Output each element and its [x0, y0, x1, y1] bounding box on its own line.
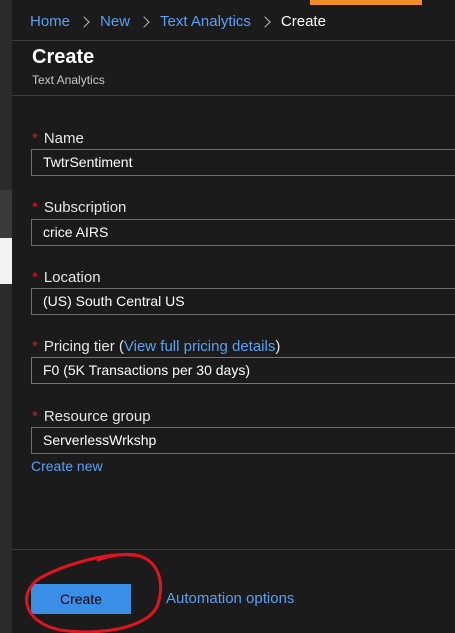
pricing-tier-label: * Pricing tier (View full pricing details…: [32, 338, 280, 355]
breadcrumb: Home New Text Analytics Create: [30, 13, 326, 30]
top-accent-bar: [310, 0, 422, 5]
breadcrumb-home[interactable]: Home: [30, 13, 70, 30]
background-portal-strip: [0, 0, 12, 633]
chevron-right-icon: [259, 15, 271, 28]
background-light-band: [0, 238, 12, 284]
header-divider: [12, 40, 455, 41]
location-label-text: Location: [43, 269, 101, 286]
resource-group-select[interactable]: ServerlessWrkshp: [31, 427, 455, 454]
name-label: * Name: [32, 130, 84, 147]
resource-group-label: * Resource group: [32, 408, 151, 425]
required-marker: *: [32, 130, 38, 147]
required-marker: *: [32, 199, 38, 216]
title-divider: [12, 95, 455, 96]
required-marker: *: [32, 408, 38, 425]
blade-subtitle: Text Analytics: [32, 73, 105, 87]
breadcrumb-current: Create: [280, 13, 326, 30]
pricing-tier-label-end: ): [275, 338, 281, 355]
chevron-right-icon: [78, 15, 90, 28]
footer-divider: [12, 549, 455, 550]
subscription-select[interactable]: crice AIRS: [31, 219, 455, 246]
automation-options-link[interactable]: Automation options: [166, 590, 294, 607]
create-button[interactable]: Create: [31, 584, 131, 614]
name-input[interactable]: TwtrSentiment: [31, 149, 455, 176]
subscription-label-text: Subscription: [43, 199, 127, 216]
breadcrumb-new[interactable]: New: [100, 13, 130, 30]
required-marker: *: [32, 338, 38, 355]
background-panel-band: [0, 190, 12, 238]
chevron-right-icon: [138, 15, 150, 28]
subscription-label: * Subscription: [32, 199, 126, 216]
page: Home New Text Analytics Create Create Te…: [0, 0, 455, 633]
view-pricing-details-link[interactable]: View full pricing details: [124, 338, 275, 355]
location-label: * Location: [32, 269, 101, 286]
breadcrumb-text-analytics[interactable]: Text Analytics: [160, 13, 251, 30]
name-label-text: Name: [43, 130, 84, 147]
resource-group-label-text: Resource group: [43, 408, 151, 425]
create-new-resource-group-link[interactable]: Create new: [31, 458, 103, 474]
blade-title: Create: [32, 46, 95, 68]
required-marker: *: [32, 269, 38, 286]
pricing-tier-label-text: Pricing tier (: [43, 338, 124, 355]
pricing-tier-select[interactable]: F0 (5K Transactions per 30 days): [31, 357, 455, 384]
location-select[interactable]: (US) South Central US: [31, 288, 455, 315]
